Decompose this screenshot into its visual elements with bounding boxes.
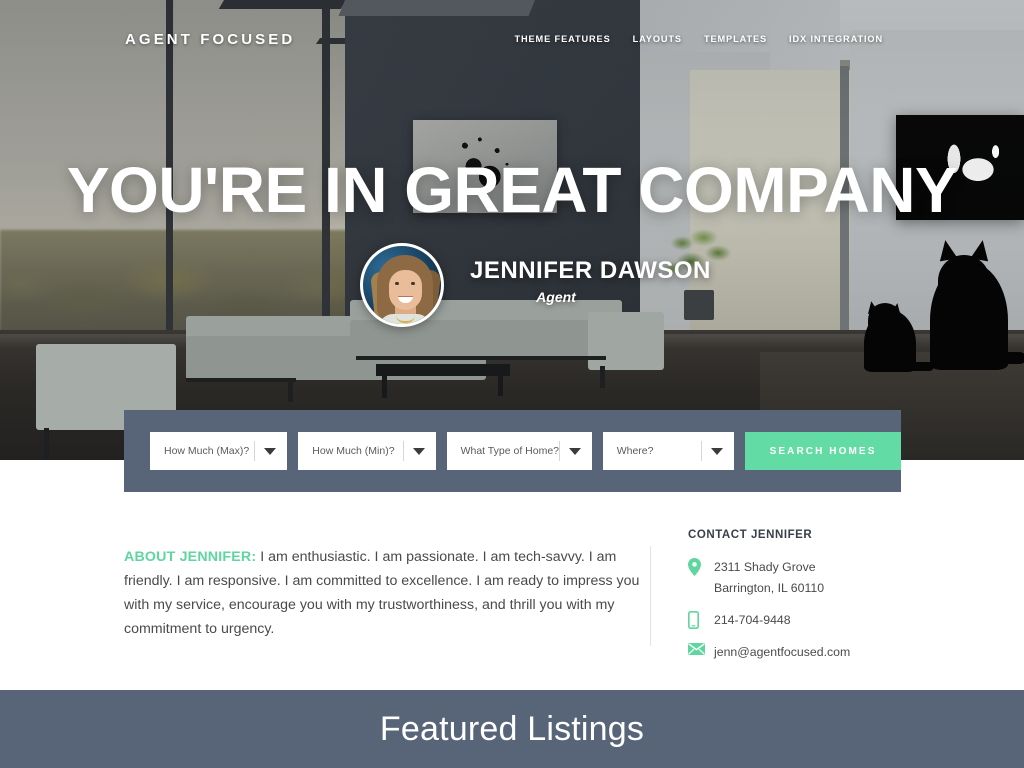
avatar-face <box>389 270 422 310</box>
contact-row-phone: 214-704-9448 <box>688 610 938 631</box>
agent-text-block: JENNIFER DAWSON Agent <box>470 243 711 305</box>
envelope-icon <box>688 642 714 655</box>
hero-background-photo <box>0 0 1024 460</box>
window-header-beam <box>218 0 346 9</box>
featured-listings-section: Featured Listings <box>0 690 1024 768</box>
property-search-bar: How Much (Max)? How Much (Min)? What Typ… <box>124 410 901 492</box>
nav-item-layouts[interactable]: LAYOUTS <box>633 34 682 44</box>
nav-item-theme-features[interactable]: THEME FEATURES <box>514 34 610 44</box>
contact-block: CONTACT JENNIFER 2311 Shady Grove Barrin… <box>688 529 938 674</box>
nav-item-templates[interactable]: TEMPLATES <box>704 34 767 44</box>
search-select-price-max[interactable]: How Much (Max)? <box>150 432 288 470</box>
hero-headline: YOU'RE IN GREAT COMPANY <box>66 154 958 226</box>
cat-sculpture-small-ear-left <box>865 300 879 314</box>
avatar-eye-right <box>411 282 415 285</box>
page-root: AGENT FOCUSED THEME FEATURES LAYOUTS TEM… <box>0 0 1024 768</box>
main-navigation: THEME FEATURES LAYOUTS TEMPLATES IDX INT… <box>514 34 883 44</box>
search-homes-button[interactable]: SEARCH HOMES <box>745 432 901 470</box>
divider <box>701 441 703 461</box>
agent-role: Agent <box>536 289 576 305</box>
cat-sculpture-large-tail <box>990 352 1024 364</box>
search-select-price-max-label: How Much (Max)? <box>164 445 250 457</box>
featured-listings-title: Featured Listings <box>379 709 645 748</box>
search-select-home-type[interactable]: What Type of Home? <box>446 432 592 470</box>
sofa-right-leg <box>600 366 605 388</box>
search-select-price-min[interactable]: How Much (Min)? <box>298 432 436 470</box>
chevron-down-icon <box>568 448 581 455</box>
contact-phone[interactable]: 214-704-9448 <box>714 610 791 631</box>
chevron-down-icon <box>412 448 425 455</box>
agent-identity-block: JENNIFER DAWSON Agent <box>360 243 711 327</box>
contact-address-line1: 2311 Shady Grove <box>714 560 816 574</box>
hero-section: AGENT FOCUSED THEME FEATURES LAYOUTS TEM… <box>0 0 1024 460</box>
coffee-table-leg-2 <box>498 376 503 396</box>
search-select-price-min-label: How Much (Min)? <box>312 445 395 457</box>
contact-address-line2: Barrington, IL 60110 <box>714 581 825 595</box>
search-select-home-type-label: What Type of Home? <box>460 445 559 457</box>
about-lead-in: ABOUT JENNIFER: <box>124 549 257 565</box>
divider <box>402 441 404 461</box>
sofa-left-rail <box>186 378 296 382</box>
chevron-down-icon <box>264 448 277 455</box>
search-select-location-label: Where? <box>616 445 654 457</box>
contact-row-address: 2311 Shady Grove Barrington, IL 60110 <box>688 557 938 599</box>
search-select-location[interactable]: Where? <box>602 432 735 470</box>
cat-sculpture-large-ear-left <box>936 238 958 262</box>
coffee-table-top <box>376 364 510 376</box>
divider <box>254 441 256 461</box>
cat-sculpture-large-ear-right <box>970 238 992 262</box>
avatar-eye-left <box>395 282 399 285</box>
wall-top-edge <box>338 0 535 16</box>
cat-sculpture-small-tail <box>908 362 934 371</box>
sofa-right-rail <box>356 356 606 360</box>
coffee-table-leg-1 <box>382 376 387 398</box>
nav-item-idx-integration[interactable]: IDX INTEGRATION <box>789 34 883 44</box>
divider <box>558 441 560 461</box>
avatar <box>360 243 444 327</box>
map-pin-icon <box>688 557 714 576</box>
cat-sculpture-small-ear-right <box>890 302 903 316</box>
section-divider <box>650 546 651 646</box>
chevron-down-icon <box>711 448 724 455</box>
contact-heading: CONTACT JENNIFER <box>688 529 813 541</box>
contact-address: 2311 Shady Grove Barrington, IL 60110 <box>714 557 824 599</box>
mobile-phone-icon <box>688 610 714 629</box>
agent-name: JENNIFER DAWSON <box>470 257 711 284</box>
about-paragraph: ABOUT JENNIFER: I am enthusiastic. I am … <box>124 545 640 641</box>
cat-sculpture-large-head <box>938 255 990 301</box>
sofa-left-leg-1 <box>44 428 49 460</box>
contact-email[interactable]: jenn@agentfocused.com <box>714 642 850 663</box>
contact-row-email: jenn@agentfocused.com <box>688 642 938 663</box>
site-logo-text[interactable]: AGENT FOCUSED <box>125 31 295 48</box>
